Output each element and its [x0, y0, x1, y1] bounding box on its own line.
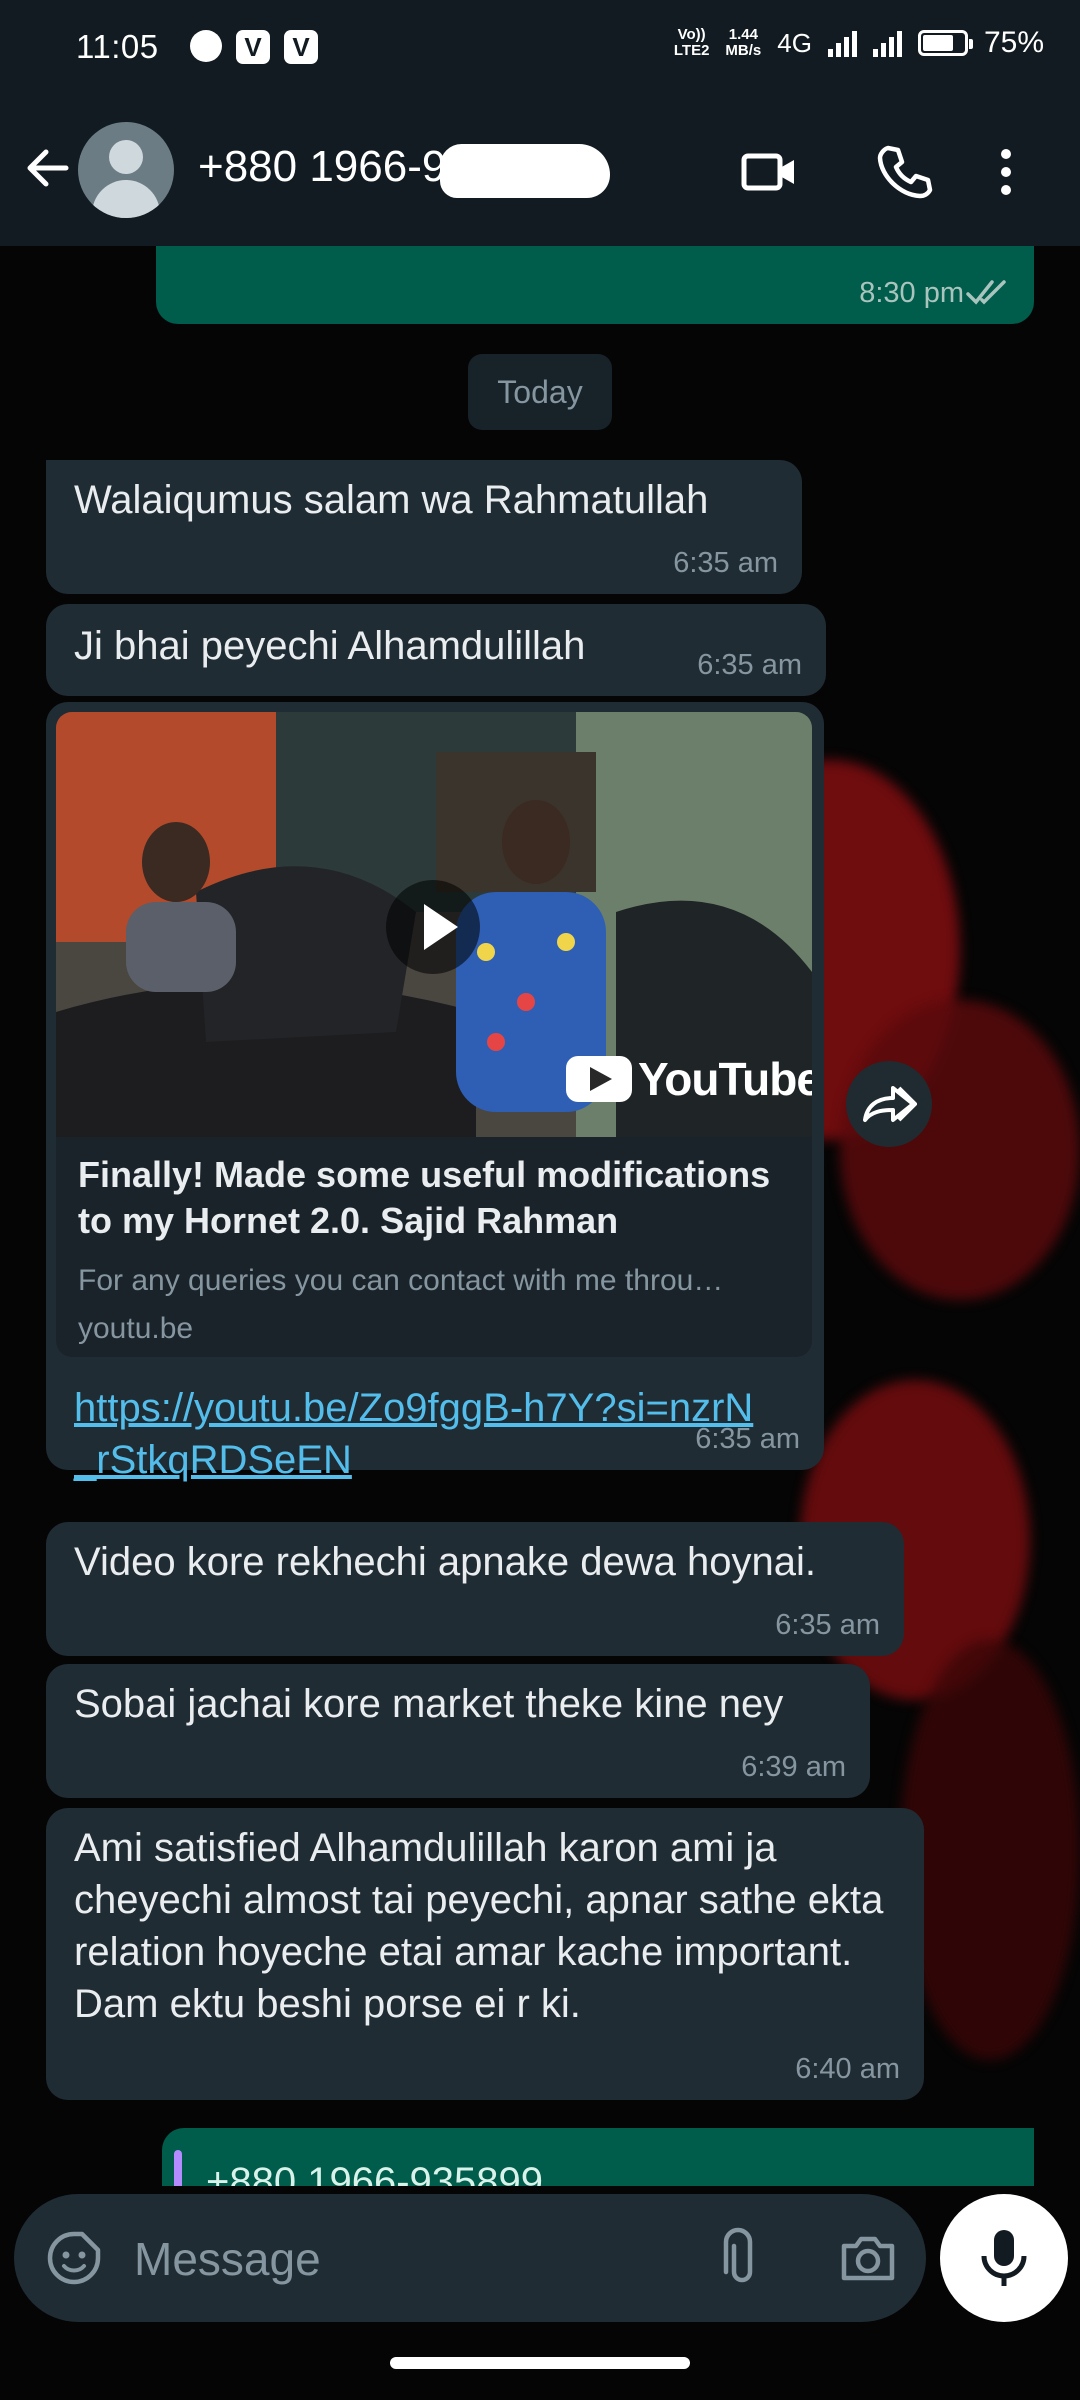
battery-percent: 75% [983, 26, 1044, 59]
play-icon[interactable] [386, 880, 480, 974]
outgoing-message[interactable]: 8:30 pm [156, 246, 1034, 324]
contact-card-accent [174, 2150, 182, 2186]
network-type: 4G [777, 27, 812, 58]
signal-icon [827, 29, 857, 57]
message-text: Sobai jachai kore market theke kine ney [74, 1682, 784, 1726]
message-time: 8:30 pm [859, 277, 964, 309]
youtube-logo: YouTube [566, 1052, 812, 1106]
message-time: 6:35 am [775, 1609, 880, 1641]
youtube-label: YouTube [638, 1053, 812, 1105]
notification-icons: V V [190, 30, 318, 64]
mic-icon [981, 2230, 1027, 2286]
volte-indicator: Vo)) LTE2 [674, 27, 710, 59]
incoming-message[interactable]: Sobai jachai kore market theke kine ney … [46, 1664, 870, 1798]
message-input[interactable] [132, 2224, 696, 2294]
lte-label: LTE2 [673, 42, 710, 59]
message-time: 6:35 am [695, 1423, 800, 1455]
message-text: Walaiqumus salam wa Rahmatullah [74, 478, 709, 522]
chat-header: +880 1966-93 [0, 96, 1080, 246]
contact-name[interactable]: +880 1966-93 [198, 142, 471, 192]
message-list[interactable]: 8:30 pm Today Walaiqumus salam wa Rahmat… [0, 246, 1080, 2186]
network-speed: 1.44 MB/s [725, 27, 761, 59]
video-thumbnail[interactable]: YouTube [56, 712, 812, 1137]
message-time: 6:35 am [697, 649, 802, 681]
date-chip-label: Today [497, 373, 583, 410]
sticker-emoji-icon[interactable] [44, 2228, 104, 2288]
message-text: Ami satisfied Alhamdulillah karon ami ja… [74, 1826, 884, 2026]
message-text: Video kore rekhechi apnake dewa hoynai. [74, 1540, 816, 1584]
outgoing-message[interactable]: +880 1966-935899 [162, 2128, 1034, 2186]
incoming-message[interactable]: Video kore rekhechi apnake dewa hoynai. … [46, 1522, 904, 1656]
back-arrow-icon[interactable] [18, 138, 78, 198]
status-bar: 11:05 V V Vo)) LTE2 1.44 MB/s 4G 75% [0, 0, 1080, 96]
message-text: +880 1966-935899 [206, 2160, 543, 2186]
vpn-v-icon: V [284, 30, 318, 64]
more-vert-icon[interactable] [986, 140, 1026, 204]
video-call-icon[interactable] [738, 140, 802, 204]
camera-icon[interactable] [836, 2226, 900, 2290]
link-title: Finally! Made some useful modifications … [78, 1154, 771, 1241]
signal-icon-2 [872, 29, 902, 57]
link-description: For any queries you can contact with me … [78, 1264, 724, 1297]
double-check-icon [966, 280, 1006, 305]
date-divider: Today [468, 354, 612, 430]
link-preview-card[interactable]: YouTube Finally! Made some useful modifi… [56, 712, 812, 1357]
messenger-icon [190, 30, 222, 62]
vpn-v-icon: V [236, 30, 270, 64]
status-time: 11:05 [76, 28, 159, 65]
message-composer [14, 2194, 926, 2322]
message-time: 6:35 am [673, 547, 778, 579]
forward-icon[interactable] [846, 1061, 932, 1147]
message-time: 6:40 am [795, 2053, 900, 2085]
attach-icon[interactable] [710, 2226, 774, 2290]
phone-icon[interactable] [872, 140, 936, 204]
incoming-message[interactable]: Walaiqumus salam wa Rahmatullah 6:35 am [46, 460, 802, 594]
home-indicator[interactable] [390, 2357, 690, 2369]
speed-value: 1.44 [728, 26, 758, 43]
link-domain: youtu.be [78, 1312, 194, 1345]
incoming-link-message[interactable]: YouTube Finally! Made some useful modifi… [46, 702, 824, 1482]
avatar[interactable] [78, 122, 174, 218]
message-link[interactable]: https://youtu.be/Zo9fggB-h7Y?si=nzrN_rSt… [74, 1382, 764, 1486]
volte-label: Vo)) [677, 26, 706, 43]
incoming-message[interactable]: Ami satisfied Alhamdulillah karon ami ja… [46, 1808, 924, 2100]
battery-icon [917, 30, 973, 56]
redaction-scribble [440, 144, 610, 198]
status-right: Vo)) LTE2 1.44 MB/s 4G 75% [674, 26, 1044, 60]
incoming-message[interactable]: Ji bhai peyechi Alhamdulillah 6:35 am [46, 604, 826, 696]
message-time: 6:39 am [741, 1751, 846, 1783]
mic-button[interactable] [940, 2194, 1068, 2322]
speed-unit: MB/s [725, 42, 762, 59]
message-text: Ji bhai peyechi Alhamdulillah [74, 624, 586, 668]
